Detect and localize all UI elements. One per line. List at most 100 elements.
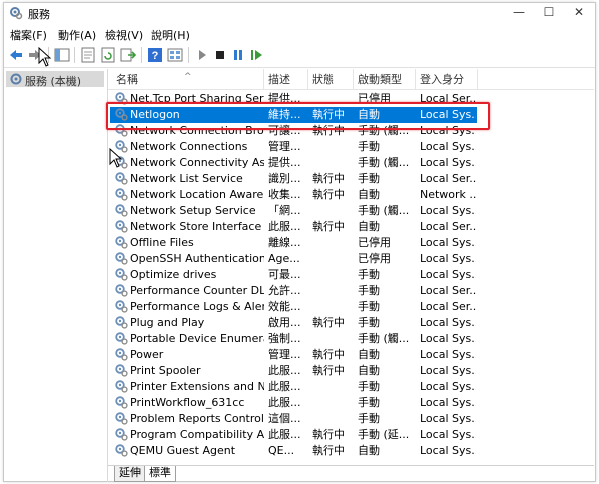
service-status: 執行中 [312, 220, 345, 233]
service-description: 此服... [268, 428, 301, 441]
service-row[interactable]: Network Connections 管理... 手動 Local Sys... [108, 139, 594, 155]
service-row[interactable]: Performance Counter DLL ... 允許... 手動 Local … [108, 283, 594, 299]
service-name: Portable Device Enumerat... [130, 332, 264, 345]
service-status [312, 284, 356, 298]
service-description: 離線... [268, 236, 301, 249]
service-name: PrintWorkflow_631cc [130, 396, 245, 409]
menu-action[interactable]: 動作(A) [58, 27, 96, 43]
service-name: Network Store Interface S... [130, 220, 264, 233]
service-row[interactable]: QEMU Guest Agent QE... 執行中 自動 Local Sys... [108, 443, 594, 459]
service-gear-icon [115, 252, 128, 265]
service-row[interactable]: OpenSSH Authentication ... Age... 已停用 Local… [108, 251, 594, 267]
service-logon-as: Local Sys... [420, 396, 476, 409]
tab-standard[interactable]: 標準 [144, 466, 176, 482]
service-row[interactable]: PrintWorkflow_631cc 此服... 手動 Local Sys... [108, 395, 594, 411]
service-row[interactable]: Printer Extensions and No... 此服... 手動 Local… [108, 379, 594, 395]
menu-file[interactable]: 檔案(F) [10, 27, 47, 43]
column-header-label: 描述 [268, 73, 290, 86]
properties-icon[interactable] [79, 46, 97, 64]
service-gear-icon [115, 316, 128, 329]
service-row[interactable]: Power 管理... 執行中 自動 Local Sys... [108, 347, 594, 363]
view-icon[interactable] [166, 46, 184, 64]
service-status [312, 140, 356, 154]
service-startup-type: 手動 (延... [358, 428, 410, 441]
service-name: Printer Extensions and No... [130, 380, 264, 393]
service-description: 可最... [268, 268, 301, 281]
service-row[interactable]: Offline Files 離線... 已停用 Local Sys... [108, 235, 594, 251]
service-row[interactable]: Portable Device Enumerat... 強制... 手動 (觸...… [108, 331, 594, 347]
service-gear-icon [115, 284, 128, 297]
column-header-name[interactable]: ^ 名稱 [108, 69, 264, 89]
stop-icon[interactable] [211, 46, 229, 64]
service-row[interactable]: Problem Reports Control ... 這個... 手動 Local … [108, 411, 594, 427]
column-header-description[interactable]: 描述 [264, 69, 308, 89]
menu-view[interactable]: 檢視(V) [105, 27, 143, 43]
services-gear-icon [10, 7, 23, 20]
service-gear-icon [115, 204, 128, 217]
service-description: 效能... [268, 300, 301, 313]
service-status: 執行中 [312, 188, 345, 201]
service-description: Age... [268, 252, 300, 265]
refresh-icon[interactable] [99, 46, 117, 64]
service-gear-icon [115, 236, 128, 249]
mouse-cursor-icon [109, 148, 123, 168]
column-header-logon-as[interactable]: 登入身分 [416, 69, 478, 89]
service-description: 這個... [268, 412, 301, 425]
service-status [312, 204, 356, 218]
maximize-button[interactable]: ☐ [535, 3, 563, 23]
service-logon-as: Local Ser... [420, 300, 476, 313]
service-description: 管理... [268, 140, 301, 153]
tab-extended[interactable]: 延伸 [114, 466, 146, 482]
service-row[interactable]: Network Location Awaren... 收集... 執行中自動 Netw… [108, 187, 594, 203]
tree-item-services-local[interactable]: 服務 (本機) [6, 71, 104, 88]
service-row[interactable]: Network Setup Service 「網... 手動 (觸... Local … [108, 203, 594, 219]
service-name: OpenSSH Authentication ... [130, 252, 264, 265]
service-status: 執行中 [312, 172, 345, 185]
list-header: ^ 名稱 描述 狀態 啟動類型 登入身分 [108, 69, 594, 90]
service-row[interactable]: Optimize drives 可最... 手動 Local Sys... [108, 267, 594, 283]
back-arrow-icon[interactable] [7, 46, 25, 64]
tree-item-label: 服務 (本機) [25, 75, 82, 88]
service-name: Network Location Awaren... [130, 188, 264, 201]
service-logon-as: Local Sys... [420, 252, 476, 265]
service-gear-icon [115, 412, 128, 425]
service-gear-icon [115, 380, 128, 393]
service-row[interactable]: Network Store Interface S... 此服... 執行中自動 Lo… [108, 219, 594, 235]
column-header-startup-type[interactable]: 啟動類型 [354, 69, 416, 89]
service-row[interactable]: Network Connectivity Assi... 提供... 手動 (觸..… [108, 155, 594, 171]
service-name: Program Compatibility As... [130, 428, 264, 441]
close-button[interactable]: ✕ [565, 3, 593, 23]
service-row[interactable]: Performance Logs & Alerts 效能... 手動 Local Se… [108, 299, 594, 315]
service-row[interactable]: Print Spooler 此服... 執行中 自動 Local Sys... [108, 363, 594, 379]
service-name: Problem Reports Control ... [130, 412, 264, 425]
column-header-status[interactable]: 狀態 [308, 69, 354, 89]
console-tree-icon[interactable] [53, 46, 71, 64]
minimize-button[interactable]: — [505, 3, 533, 23]
help-icon[interactable]: ? [146, 46, 164, 64]
service-description: QE... [268, 444, 295, 457]
pause-icon[interactable] [229, 46, 247, 64]
restart-icon[interactable] [247, 46, 265, 64]
service-logon-as: Local Sys... [420, 236, 476, 249]
export-list-icon[interactable] [119, 46, 137, 64]
services-window: 服務 — ☐ ✕ 檔案(F) 動作(A) 檢視(V) 說明(H) ? 服務 (本… [3, 2, 596, 482]
service-status: 執行中 [312, 364, 345, 377]
column-header-label: 狀態 [312, 73, 334, 86]
service-startup-type: 手動 (觸... [358, 332, 410, 345]
service-description: 強制... [268, 332, 301, 345]
menu-help[interactable]: 說明(H) [151, 27, 190, 43]
service-name: Performance Counter DLL ... [130, 284, 264, 297]
service-startup-type: 自動 [358, 348, 380, 361]
service-status [312, 252, 356, 266]
service-row[interactable]: Plug and Play 啟用... 執行中 手動 Local Sys... [108, 315, 594, 331]
service-startup-type: 已停用 [358, 236, 391, 249]
service-name: Network List Service [130, 172, 243, 185]
play-icon[interactable] [193, 46, 211, 64]
service-row[interactable]: Program Compatibility As... 此服... 執行中手動 (延… [108, 427, 594, 443]
service-startup-type: 自動 [358, 220, 380, 233]
service-logon-as: Local Sys... [420, 140, 476, 153]
sort-ascending-icon: ^ [184, 72, 192, 82]
service-row[interactable]: Network List Service 識別... 執行中 手動 Local Ser.… [108, 171, 594, 187]
service-logon-as: Network ... [420, 188, 476, 201]
service-description: 此服... [268, 364, 301, 377]
